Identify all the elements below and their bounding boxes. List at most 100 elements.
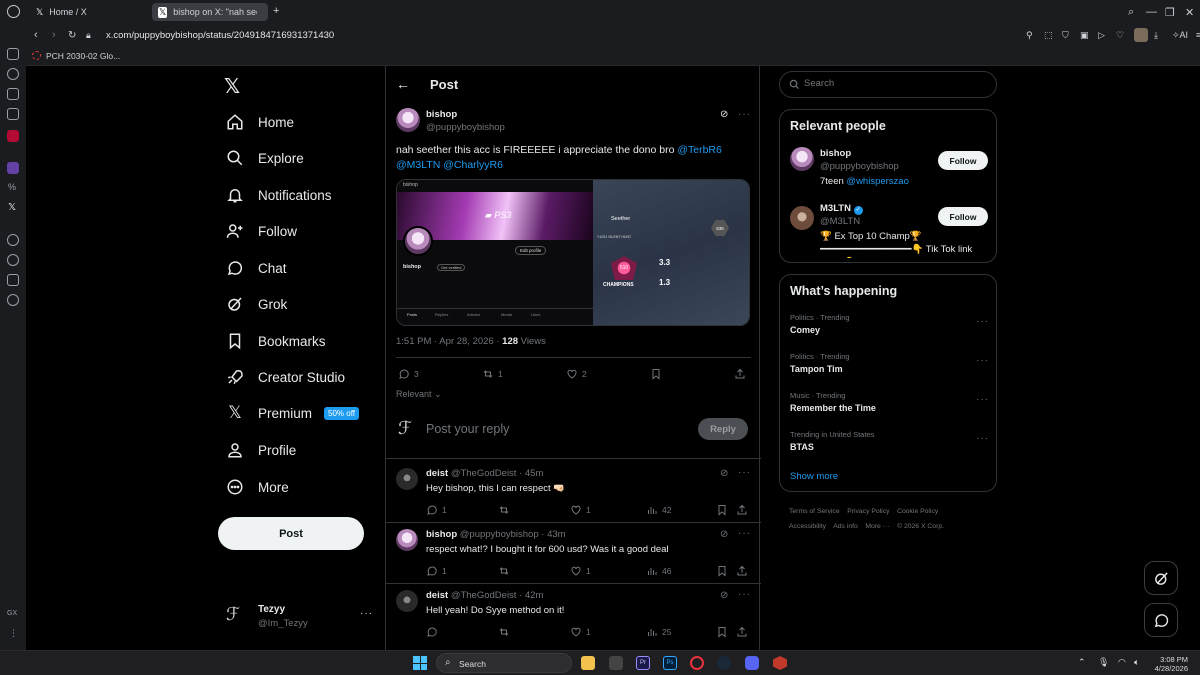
nav-premium[interactable]: 𝕏 Premium 50% off <box>226 401 359 425</box>
ai-extension-button[interactable]: ✧AI <box>1172 30 1188 41</box>
pinboard-icon[interactable] <box>7 108 19 120</box>
premiere-pro-icon[interactable]: Pr <box>636 656 650 670</box>
reply-avatar[interactable] <box>396 529 418 551</box>
tweet-image[interactable]: bishop ▰ PS3 Edit profile bishop Get ver… <box>396 179 750 326</box>
reply-bookmark-button[interactable] <box>716 565 728 577</box>
bookmark-item[interactable]: PCH 2030-02 Glo... <box>46 51 120 61</box>
nav-bookmarks[interactable]: Bookmarks <box>226 329 326 353</box>
person-handle[interactable]: @puppyboybishop <box>820 161 899 172</box>
author-avatar[interactable] <box>396 108 420 132</box>
app-icon[interactable] <box>609 656 623 670</box>
author-name[interactable]: bishop <box>426 109 457 120</box>
url-input[interactable]: x.com/puppyboybishop/status/204918471693… <box>106 30 334 41</box>
profile-avatar[interactable] <box>1134 28 1148 42</box>
show-more-link[interactable]: Show more <box>790 471 838 482</box>
play-circle-icon[interactable] <box>7 234 19 246</box>
reply-like-button[interactable]: 1 <box>570 504 591 516</box>
post-button[interactable]: Post <box>218 517 364 550</box>
trend-item[interactable]: Politics · Trending Comey ··· <box>780 309 998 345</box>
reply-author-name[interactable]: deist <box>426 468 448 479</box>
trend-menu-icon[interactable]: ··· <box>976 355 989 366</box>
reply-avatar[interactable] <box>396 590 418 612</box>
chevron-up-icon[interactable]: ⌃ <box>1078 657 1086 668</box>
reply-menu-icon[interactable]: ··· <box>738 589 751 600</box>
opera-gx-logo-icon[interactable] <box>7 5 20 18</box>
mention-link[interactable]: @M3LTN <box>396 159 440 171</box>
footer-link[interactable]: Ads info <box>833 523 858 530</box>
follow-button[interactable]: Follow <box>938 151 988 170</box>
trend-menu-icon[interactable]: ··· <box>976 433 989 444</box>
nav-profile[interactable]: Profile <box>226 438 296 462</box>
account-avatar[interactable]: ℱ <box>226 604 248 626</box>
grok-floating-button[interactable] <box>1144 561 1178 595</box>
tab-home[interactable]: 𝕏 Home / X <box>30 3 148 21</box>
reply-repost-button[interactable] <box>498 626 510 638</box>
trend-item[interactable]: Trending in United States BTAS ··· <box>780 426 998 462</box>
footer-link[interactable]: More ··· <box>865 523 889 530</box>
tab-post[interactable]: 𝕏 bishop on X: "nah seether <box>152 3 268 21</box>
percent-icon[interactable]: % <box>8 182 16 192</box>
footer-link[interactable]: Terms of Service <box>789 508 840 515</box>
bio-mention-link[interactable]: @whisperszao <box>846 176 908 187</box>
reply-avatar[interactable] <box>396 468 418 490</box>
back-icon[interactable]: ‹ <box>34 29 38 41</box>
reply-bookmark-button[interactable] <box>716 504 728 516</box>
settings-gear-icon[interactable] <box>7 294 19 306</box>
repost-button[interactable]: 1 <box>482 368 503 380</box>
messenger-icon[interactable] <box>7 130 19 142</box>
clock-icon[interactable] <box>7 254 19 266</box>
reply-handle[interactable]: @puppyboybishop <box>460 529 539 540</box>
reply-item[interactable]: bishop @puppyboybishop · 43m ⊘ ··· respe… <box>386 523 761 585</box>
opera-gx-icon[interactable] <box>690 656 704 670</box>
wallet-icon[interactable]: ▣ <box>1080 30 1089 41</box>
reply-input[interactable]: Post your reply <box>426 422 509 436</box>
reply-reply-button[interactable]: 1 <box>426 565 447 577</box>
nav-more[interactable]: More <box>226 475 289 499</box>
play-icon[interactable]: ▷ <box>1098 30 1105 41</box>
trend-item[interactable]: Music · Trending Remember the Time ··· <box>780 387 998 423</box>
reply-views-button[interactable]: 25 <box>646 626 671 638</box>
reply-views-button[interactable]: 42 <box>646 504 671 516</box>
chat-floating-button[interactable] <box>1144 603 1178 637</box>
close-icon[interactable]: ✕ <box>1185 6 1194 19</box>
reply-menu-icon[interactable]: ··· <box>738 467 751 478</box>
grok-explain-icon[interactable]: ⊘ <box>720 590 728 601</box>
search-input[interactable] <box>804 78 984 89</box>
reply-share-button[interactable] <box>736 626 748 638</box>
photoshop-icon[interactable]: Ps <box>663 656 677 670</box>
speed-dial-icon[interactable] <box>7 48 19 60</box>
maximize-icon[interactable]: ❐ <box>1165 6 1175 19</box>
volume-icon[interactable]: 🔈︎ <box>1134 657 1139 668</box>
reply-author-name[interactable]: deist <box>426 590 448 601</box>
search-box[interactable] <box>779 71 997 98</box>
reply-repost-button[interactable] <box>498 565 510 577</box>
bookmark-button[interactable] <box>650 368 662 380</box>
grok-explain-icon[interactable]: ⊘ <box>720 529 728 540</box>
pin-icon[interactable]: ⚲ <box>1026 30 1033 41</box>
reply-author-name[interactable]: bishop <box>426 529 457 540</box>
taskbar-clock[interactable]: 3:08 PM 4/28/2026 <box>1152 655 1188 673</box>
nav-home[interactable]: Home <box>226 110 294 134</box>
footer-link[interactable]: Accessibility <box>789 523 826 530</box>
player-icon[interactable] <box>7 88 19 100</box>
share-button[interactable] <box>734 368 746 380</box>
steam-icon[interactable] <box>717 656 731 670</box>
more-dots-icon[interactable]: ⋮ <box>9 628 18 639</box>
footer-link[interactable]: Cookie Policy <box>897 508 938 515</box>
person-avatar[interactable] <box>790 147 814 171</box>
snapshot-icon[interactable]: ⬚ <box>1044 30 1053 41</box>
x-home-logo-icon[interactable]: 𝕏 <box>224 74 240 99</box>
trend-menu-icon[interactable]: ··· <box>976 316 989 327</box>
taskbar-search[interactable]: ⌕ Search <box>436 653 572 673</box>
reply-menu-icon[interactable]: ··· <box>738 528 751 539</box>
reply-reply-button[interactable] <box>426 626 438 638</box>
trend-menu-icon[interactable]: ··· <box>976 394 989 405</box>
nav-chat[interactable]: Chat <box>226 256 287 280</box>
person-avatar[interactable] <box>790 206 814 230</box>
sort-dropdown[interactable]: Relevant ⌄ <box>396 389 442 400</box>
reply-bookmark-button[interactable] <box>716 626 728 638</box>
like-button[interactable]: 2 <box>566 368 587 380</box>
person-name[interactable]: bishop <box>820 148 851 159</box>
discord-icon[interactable] <box>745 656 759 670</box>
new-tab-button[interactable]: + <box>273 5 279 17</box>
